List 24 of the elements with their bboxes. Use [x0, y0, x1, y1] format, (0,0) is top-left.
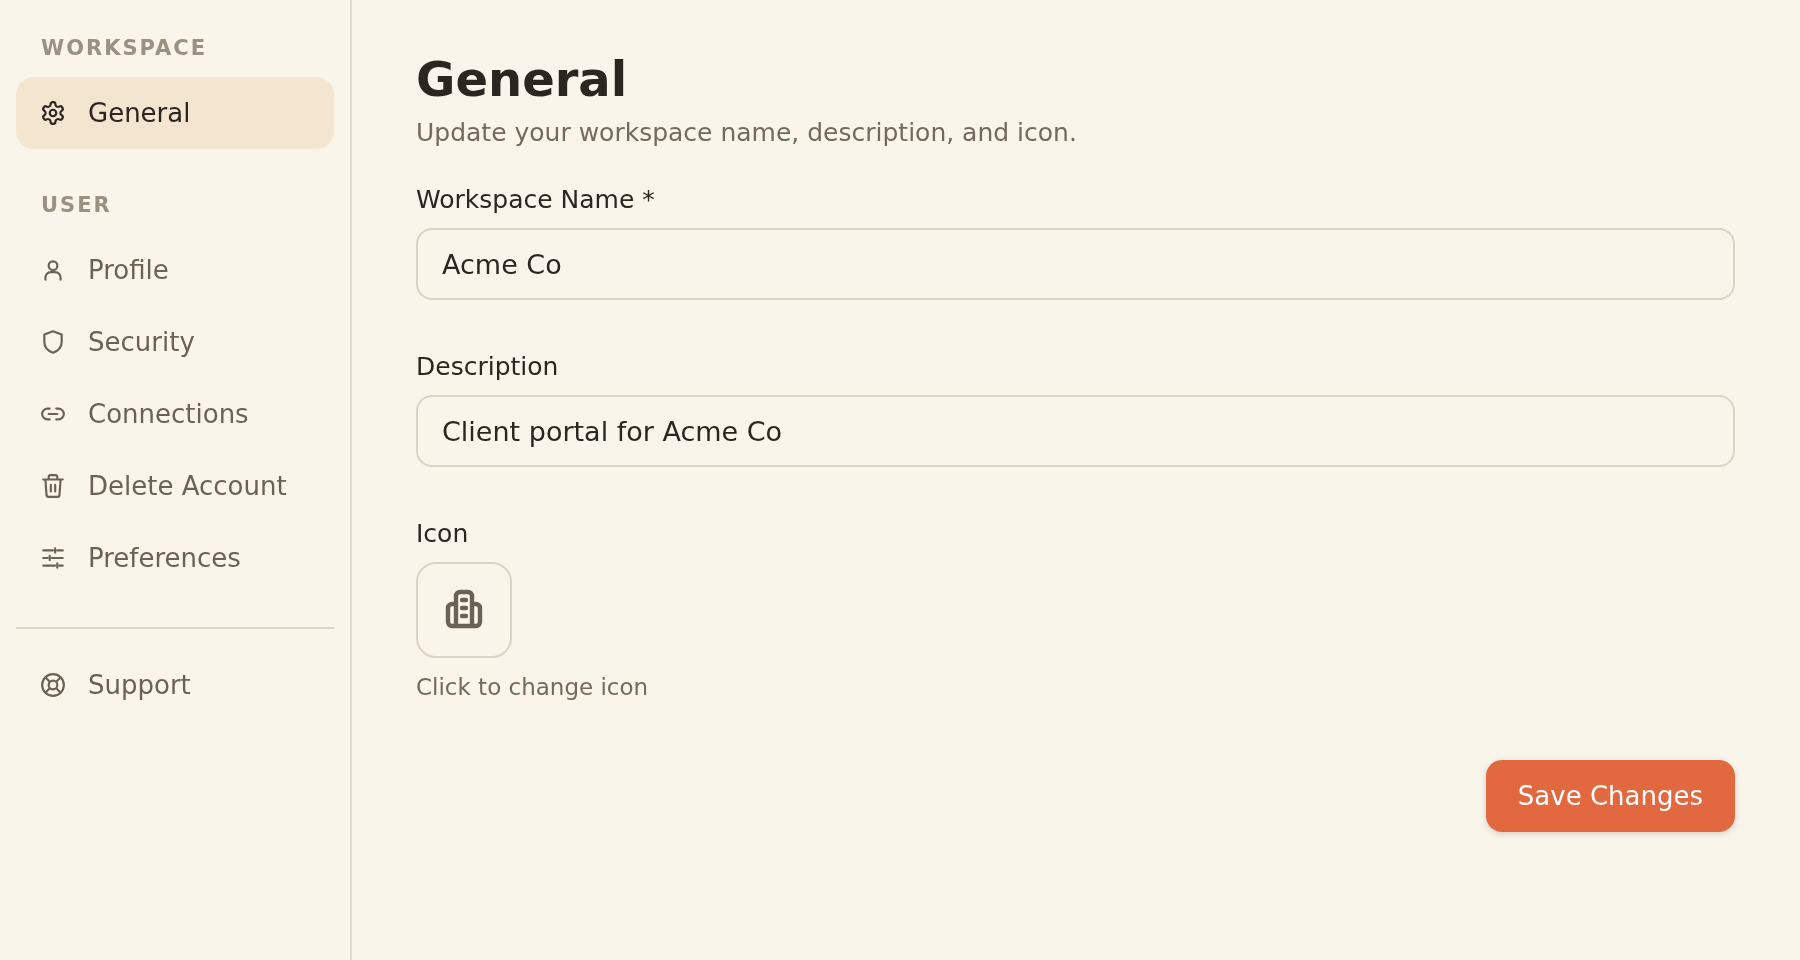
- gear-icon: [40, 100, 66, 126]
- trash-icon: [40, 473, 66, 499]
- nav-item[interactable]: Support: [16, 649, 334, 721]
- save-button[interactable]: Save Changes: [1485, 760, 1735, 832]
- field-label: Workspace Name *: [416, 185, 656, 214]
- nav-item[interactable]: Delete Account: [16, 450, 334, 522]
- nav-item[interactable]: Profile: [16, 234, 334, 306]
- nav-item[interactable]: Connections: [16, 378, 334, 450]
- sliders-icon: [40, 545, 66, 571]
- section-heading: WORKSPACE: [40, 36, 209, 62]
- lifebuoy-icon: [40, 672, 66, 698]
- text-field[interactable]: Client portal for Acme Co: [416, 395, 1735, 467]
- nav-item[interactable]: Preferences: [16, 522, 334, 594]
- text-field[interactable]: Acme Co: [416, 228, 1735, 300]
- section-heading: USER: [40, 193, 113, 219]
- page-title: General: [416, 50, 629, 108]
- shield-icon: [40, 329, 66, 355]
- field-label: Description: [416, 352, 560, 381]
- field-label: Icon: [416, 519, 470, 548]
- icon-picker[interactable]: [416, 562, 512, 658]
- nav-item[interactable]: General: [16, 77, 334, 149]
- page-subtitle: Update your workspace name, description, and icon.: [416, 118, 1078, 147]
- nav-item[interactable]: Security: [16, 306, 334, 378]
- icon-hint: Click to change icon: [416, 674, 650, 700]
